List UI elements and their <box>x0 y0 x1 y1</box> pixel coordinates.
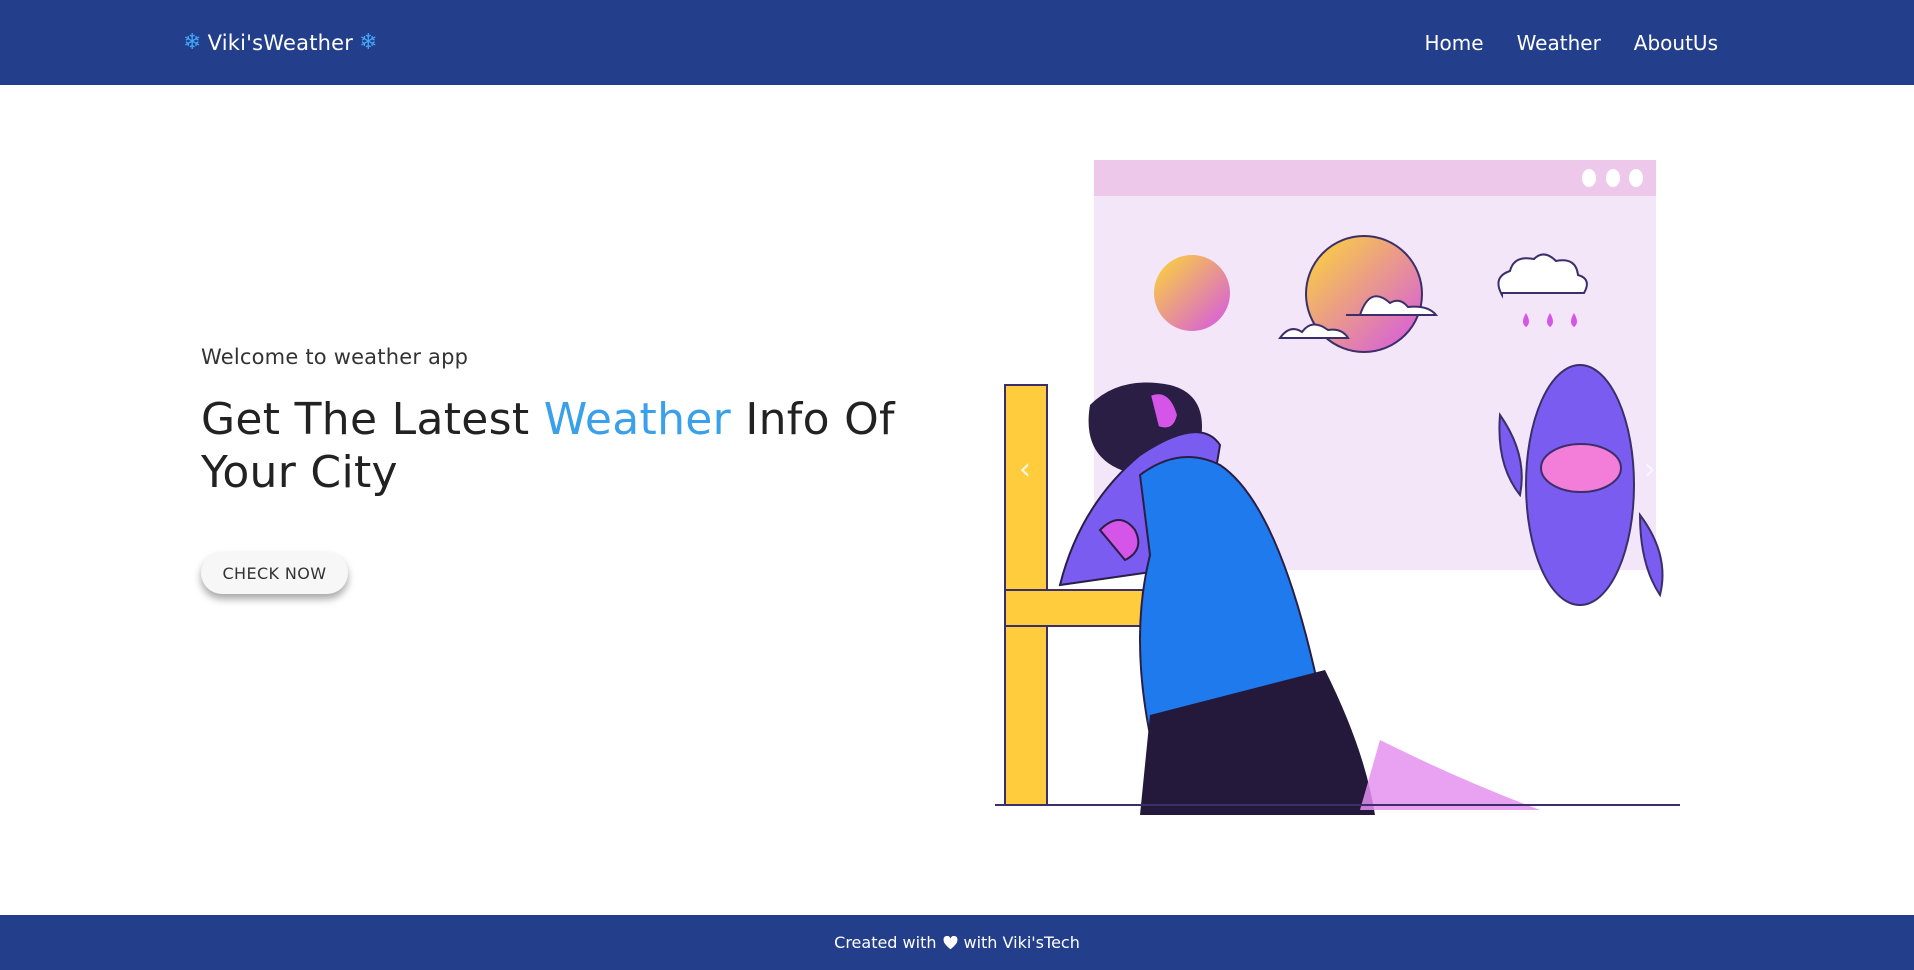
check-now-button[interactable]: CHECK NOW <box>201 552 348 594</box>
nav-links: Home Weather AboutUs <box>1425 0 1718 85</box>
navbar: ❄ Viki'sWeather ❄ Home Weather AboutUs <box>0 0 1914 85</box>
nav-link-home[interactable]: Home <box>1425 31 1484 55</box>
window-dot <box>1582 169 1596 187</box>
nav-link-weather[interactable]: Weather <box>1517 31 1601 55</box>
welcome-text: Welcome to weather app <box>201 345 469 369</box>
headline-accent: Weather <box>543 394 732 445</box>
hero-section: Welcome to weather app Get The Latest We… <box>201 345 921 594</box>
heart-icon <box>943 935 957 949</box>
footer: Created with with Viki'sTech <box>0 915 1914 970</box>
weather-illustration <box>995 160 1680 815</box>
footer-text-after: with Viki'sTech <box>963 933 1080 952</box>
brand-name: Viki'sWeather <box>207 30 354 55</box>
window-dot <box>1629 169 1643 187</box>
snowflake-icon: ❄ <box>359 29 378 55</box>
carousel-prev-chevron-icon[interactable]: ‹ <box>1010 450 1040 490</box>
browser-titlebar <box>1094 160 1656 196</box>
creature-face <box>1540 443 1622 493</box>
dust-splash <box>1360 740 1540 810</box>
snowflake-icon: ❄ <box>183 29 202 55</box>
window-dot <box>1606 169 1620 187</box>
carousel-next-chevron-icon[interactable]: › <box>1635 450 1665 490</box>
sun-icon <box>1154 255 1230 331</box>
brand-logo[interactable]: ❄ Viki'sWeather ❄ <box>183 0 378 85</box>
hero-headline: Get The Latest Weather Info Of Your City <box>201 393 921 499</box>
headline-part-1: Get The Latest <box>201 394 544 445</box>
footer-text-before: Created with <box>834 933 937 952</box>
nav-link-aboutus[interactable]: AboutUs <box>1634 31 1718 55</box>
